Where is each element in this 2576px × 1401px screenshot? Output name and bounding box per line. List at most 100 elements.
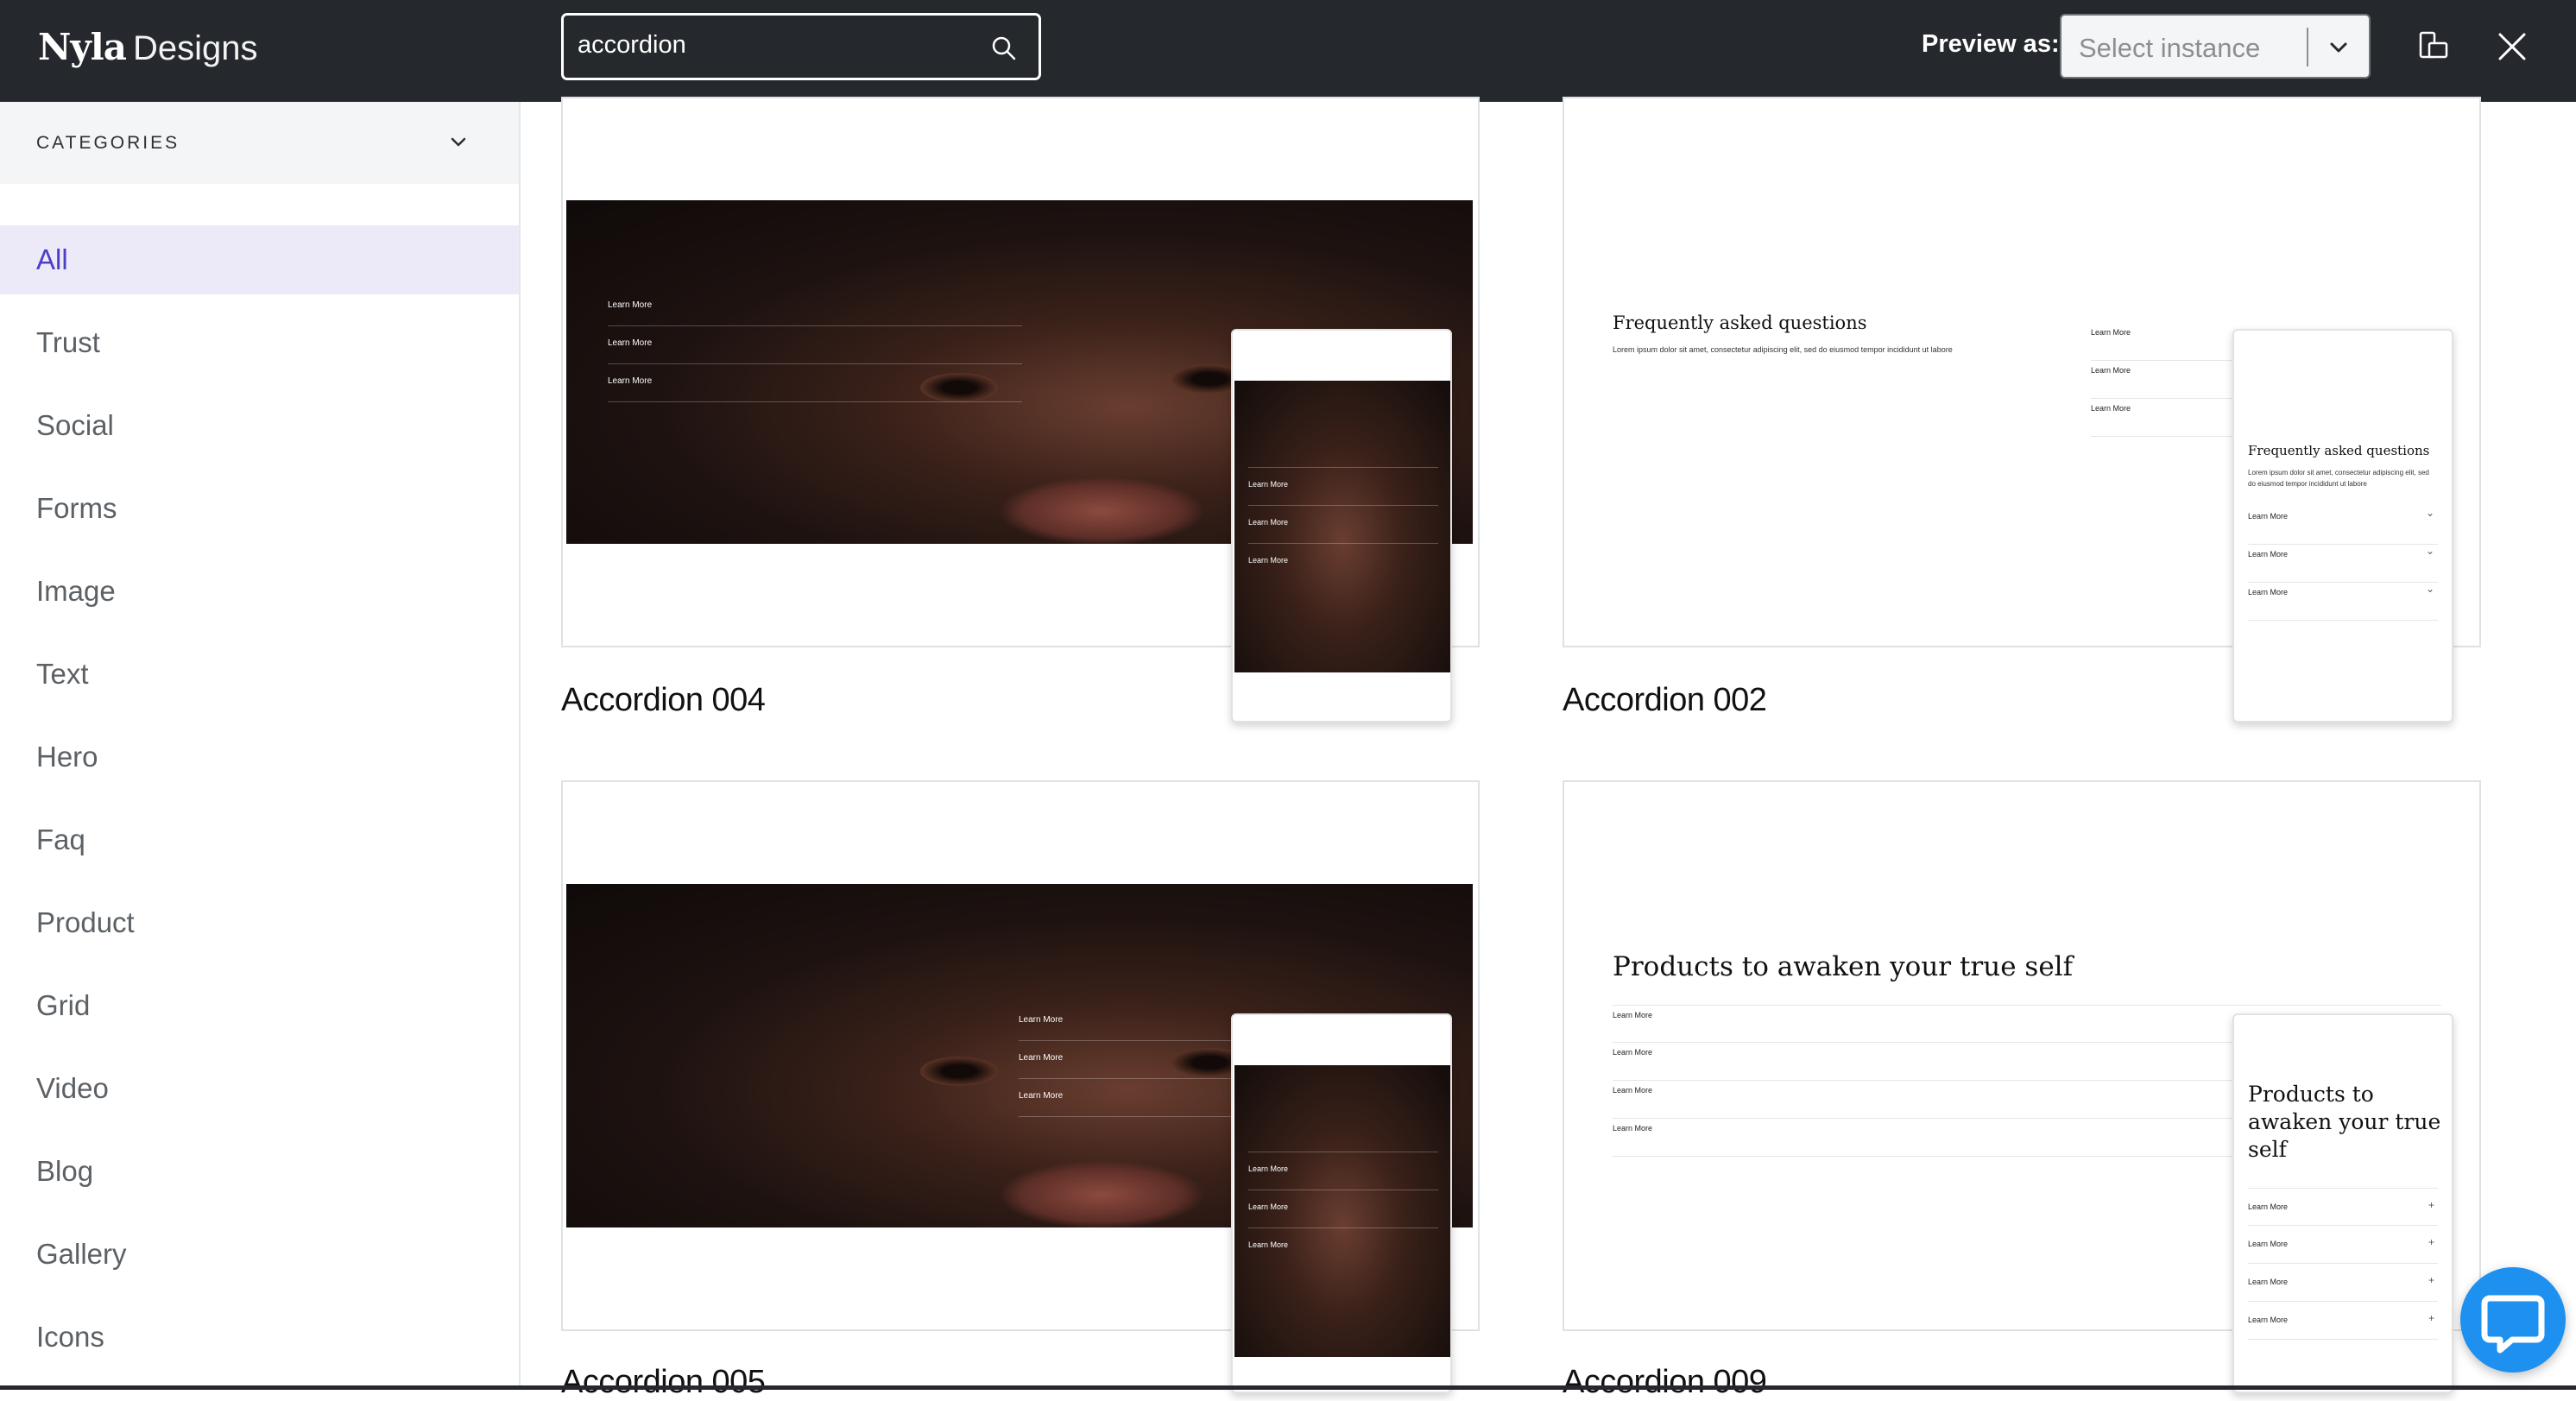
- sidebar-item-label: Forms: [36, 492, 117, 524]
- faq-title: Frequently asked questions: [1613, 312, 1867, 333]
- card-title[interactable]: Accordion 002: [1563, 682, 1767, 719]
- accordion-row: Learn More +: [2248, 1226, 2438, 1264]
- sidebar-item-video[interactable]: Video: [0, 1054, 519, 1123]
- accordion-row-label: Learn More: [1613, 1124, 1653, 1133]
- accordion-row-label: Learn More: [1613, 1011, 1653, 1019]
- accordion-row-label: Learn More: [2248, 512, 2289, 521]
- sidebar-item-all[interactable]: All: [0, 225, 519, 294]
- sidebar-item-trust[interactable]: Trust: [0, 308, 519, 377]
- accordion-row: Learn More ⌄: [2248, 545, 2438, 583]
- device-preview-icon[interactable]: [2414, 28, 2452, 66]
- chevron-down-icon[interactable]: [2326, 35, 2352, 60]
- mobile-preview: Learn More Learn More Learn More: [1231, 1013, 1452, 1393]
- chat-bubble-icon: [2481, 1295, 2545, 1354]
- brand-name-light: Designs: [132, 29, 258, 67]
- accordion-row-label: Learn More: [608, 338, 653, 348]
- accordion-row-label: Learn More: [1019, 1091, 1064, 1101]
- accordion-row-label: Learn More: [1248, 518, 1289, 527]
- sidebar-item-hero[interactable]: Hero: [0, 723, 519, 792]
- accordion-row: Learn More: [1248, 543, 1438, 581]
- accordion-row-label: Learn More: [2091, 328, 2131, 337]
- accordion-row: Learn More: [608, 364, 1022, 402]
- sidebar-item-label: Hero: [36, 741, 98, 773]
- instance-select-placeholder: Select instance: [2079, 33, 2261, 63]
- sidebar-item-label: Image: [36, 575, 116, 607]
- categories-toggle[interactable]: CATEGORIES: [0, 102, 519, 184]
- accordion-row: Learn More +: [2248, 1188, 2438, 1226]
- mobile-hero-image: Learn More Learn More Learn More: [1234, 1065, 1450, 1357]
- mobile-hero-image: Learn More Learn More Learn More: [1234, 381, 1450, 672]
- category-list: All Trust Social Forms Image Text Hero F…: [0, 225, 519, 1385]
- accordion-row: Learn More: [1248, 505, 1438, 543]
- accordion-row-label: Learn More: [2248, 1240, 2289, 1248]
- sidebar-item-label: Trust: [36, 326, 100, 358]
- categories-sidebar: CATEGORIES All Trust Social Forms Image …: [0, 102, 521, 1390]
- accordion-row-label: Learn More: [2248, 550, 2289, 559]
- product-heading: Products to awaken your true self: [1613, 951, 2074, 982]
- plus-icon: +: [2428, 1274, 2434, 1286]
- plus-icon: +: [2428, 1312, 2434, 1324]
- accordion-row-label: Learn More: [2248, 1278, 2289, 1286]
- sidebar-item-image[interactable]: Image: [0, 557, 519, 626]
- chevron-down-icon[interactable]: [445, 129, 471, 155]
- accordion-row: Learn More: [1248, 1227, 1438, 1265]
- sidebar-item-label: Grid: [36, 989, 91, 1021]
- accordion-row-label: Learn More: [1613, 1048, 1653, 1057]
- accordion-row-label: Learn More: [2248, 588, 2289, 596]
- sidebar-item-faq[interactable]: Faq: [0, 805, 519, 874]
- accordion-row-label: Learn More: [2091, 366, 2131, 375]
- sidebar-item-label: Text: [36, 658, 89, 690]
- sidebar-item-label: Product: [36, 906, 135, 938]
- card-title[interactable]: Accordion 009: [1563, 1364, 1767, 1401]
- search-icon[interactable]: [988, 33, 1020, 64]
- accordion-row: Learn More +: [2248, 1302, 2438, 1340]
- top-bar: Nyla Designs accordion Preview as: Selec…: [0, 0, 2576, 102]
- sidebar-item-icons[interactable]: Icons: [0, 1303, 519, 1372]
- sidebar-item-text[interactable]: Text: [0, 640, 519, 709]
- hero-image-detail: [998, 476, 1205, 544]
- search-input[interactable]: accordion: [561, 13, 1041, 80]
- accordion-row-label: Learn More: [1019, 1053, 1064, 1063]
- hero-image-detail: [998, 1160, 1205, 1227]
- sidebar-item-product[interactable]: Product: [0, 888, 519, 957]
- accordion-row: Learn More ⌄: [2248, 507, 2438, 545]
- sidebar-item-label: Icons: [36, 1321, 104, 1353]
- accordion-row-label: Learn More: [608, 300, 653, 310]
- card-title[interactable]: Accordion 005: [561, 1364, 766, 1401]
- accordion-row-label: Learn More: [608, 376, 653, 386]
- mobile-preview: Learn More Learn More Learn More: [1231, 329, 1452, 723]
- accordion-row-label: Learn More: [2091, 404, 2131, 413]
- window-bottom-edge: [0, 1385, 2576, 1390]
- close-icon[interactable]: [2493, 28, 2531, 66]
- sidebar-item-grid[interactable]: Grid: [0, 971, 519, 1040]
- sidebar-item-social[interactable]: Social: [0, 391, 519, 460]
- accordion-row-label: Learn More: [1019, 1015, 1064, 1025]
- sidebar-item-blog[interactable]: Blog: [0, 1137, 519, 1206]
- chat-button[interactable]: [2460, 1267, 2566, 1373]
- sidebar-item-gallery[interactable]: Gallery: [0, 1220, 519, 1289]
- brand-name-strong: Nyla: [38, 26, 127, 68]
- sidebar-item-forms[interactable]: Forms: [0, 474, 519, 543]
- categories-title: CATEGORIES: [36, 133, 180, 153]
- chevron-down-icon: ⌄: [2425, 545, 2434, 557]
- sidebar-item-label: Faq: [36, 824, 85, 855]
- plus-icon: +: [2428, 1199, 2434, 1211]
- faq-body: Lorem ipsum dolor sit amet, consectetur …: [2248, 469, 2429, 488]
- select-divider: [2307, 28, 2308, 66]
- brand-logo[interactable]: Nyla Designs: [38, 26, 257, 74]
- accordion-row: Learn More +: [2248, 1264, 2438, 1302]
- sidebar-item-label: All: [36, 243, 68, 275]
- accordion-row-label: Learn More: [1248, 480, 1289, 489]
- accordion-row-label: Learn More: [1248, 1240, 1289, 1249]
- sidebar-item-label: Blog: [36, 1155, 94, 1187]
- sidebar-item-label: Gallery: [36, 1238, 127, 1270]
- chevron-down-icon: ⌄: [2425, 507, 2434, 519]
- card-title[interactable]: Accordion 004: [561, 682, 766, 719]
- accordion-row: Learn More: [1248, 1190, 1438, 1227]
- plus-icon: +: [2428, 1236, 2434, 1248]
- instance-select[interactable]: Select instance: [2060, 14, 2371, 79]
- accordion-row-label: Learn More: [1248, 1202, 1289, 1211]
- search-input-value[interactable]: accordion: [578, 31, 686, 60]
- accordion-row-label: Learn More: [1613, 1086, 1653, 1095]
- product-heading: Products to awaken your true self: [2248, 1082, 2441, 1162]
